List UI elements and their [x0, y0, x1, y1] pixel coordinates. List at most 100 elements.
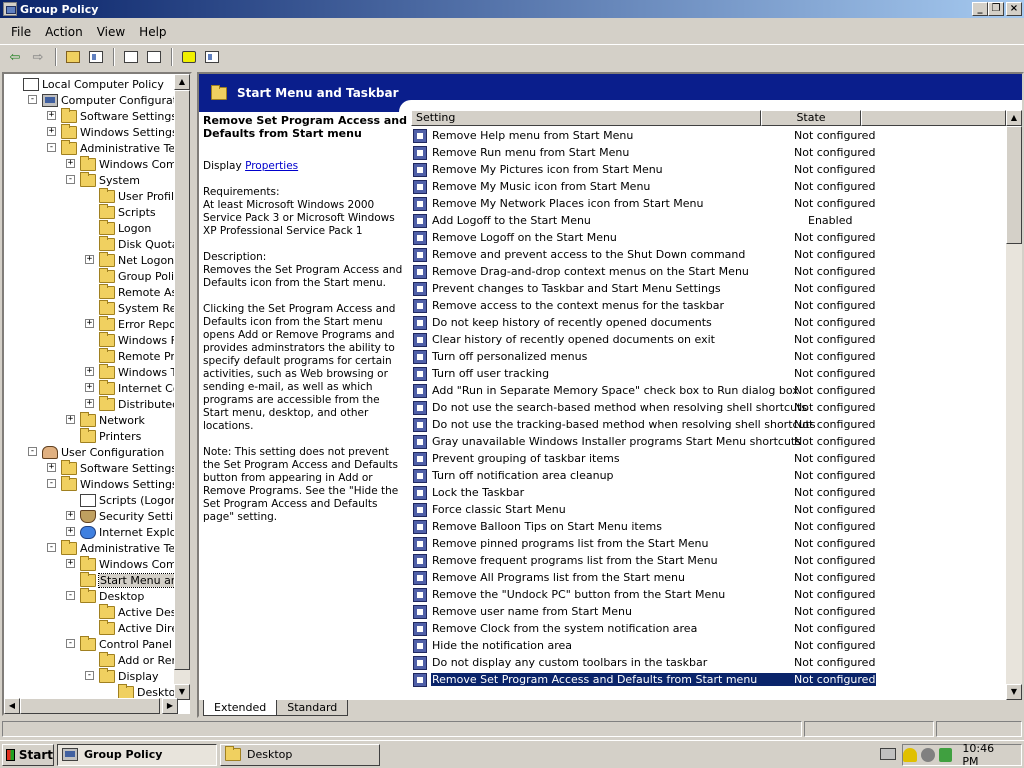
- expand-icon[interactable]: +: [66, 415, 75, 424]
- security-shield-icon[interactable]: [903, 748, 917, 762]
- tree-item[interactable]: + Internet Communication Management: [85, 379, 178, 396]
- table-row[interactable]: Remove My Network Places icon from Start…: [413, 195, 876, 212]
- tree-item[interactable]: System Restore: [99, 299, 178, 316]
- table-row[interactable]: Hide the notification area Not configured: [413, 637, 876, 654]
- tree-item[interactable]: Remote Procedure Call: [99, 347, 178, 364]
- expand-icon[interactable]: +: [66, 559, 75, 568]
- tree-item[interactable]: - System: [66, 171, 140, 188]
- tree-item[interactable]: - Administrative Templates: [47, 139, 178, 156]
- help-button[interactable]: [178, 47, 200, 67]
- tree-item[interactable]: + Software Settings: [47, 107, 177, 124]
- properties-link[interactable]: Properties: [245, 160, 298, 172]
- scroll-left-button[interactable]: ◀: [4, 698, 20, 714]
- table-row[interactable]: Remove pinned programs list from the Sta…: [413, 535, 876, 552]
- table-row[interactable]: Remove Logoff on the Start Menu Not confi…: [413, 229, 876, 246]
- tree-horizontal-scrollbar[interactable]: ◀ ▶: [4, 698, 178, 714]
- minimize-button[interactable]: _: [972, 2, 988, 16]
- back-button[interactable]: ⇦: [4, 47, 26, 67]
- scroll-right-button[interactable]: ▶: [162, 698, 178, 714]
- table-row[interactable]: Turn off notification area cleanup Not co…: [413, 467, 876, 484]
- forward-button[interactable]: ⇨: [27, 47, 49, 67]
- taskbar-button-desktop[interactable]: Desktop: [220, 743, 380, 766]
- collapse-icon[interactable]: -: [85, 671, 94, 680]
- connection-icon[interactable]: [938, 748, 953, 762]
- tab-standard[interactable]: Standard: [276, 700, 349, 716]
- tree-item[interactable]: Active Directory: [99, 619, 178, 636]
- keyboard-icon[interactable]: [880, 748, 896, 760]
- tree-item[interactable]: + Windows Time Service: [85, 363, 178, 380]
- list-vertical-scrollbar[interactable]: ▲ ▼: [1006, 110, 1022, 700]
- tree-vertical-scrollbar[interactable]: ▲ ▼: [174, 74, 190, 700]
- list-scroll-up-button[interactable]: ▲: [1006, 110, 1022, 126]
- table-row[interactable]: Remove user name from Start Menu Not conf…: [413, 603, 876, 620]
- table-row[interactable]: Turn off user tracking Not configured: [413, 365, 876, 382]
- scroll-up-button[interactable]: ▲: [174, 74, 190, 90]
- tree-item[interactable]: User Profiles: [99, 187, 178, 204]
- table-row[interactable]: Remove frequent programs list from the S…: [413, 552, 876, 569]
- collapse-icon[interactable]: -: [28, 95, 37, 104]
- table-row[interactable]: Remove My Music icon from Start Menu Not …: [413, 178, 876, 195]
- expand-icon[interactable]: +: [85, 367, 94, 376]
- scroll-thumb[interactable]: [174, 90, 190, 670]
- table-row[interactable]: Gray unavailable Windows Installer progr…: [413, 433, 876, 450]
- expand-icon[interactable]: +: [47, 127, 56, 136]
- tree-item[interactable]: + Error Reporting: [85, 315, 178, 332]
- tree-item[interactable]: + Software Settings: [47, 459, 177, 476]
- tree-item[interactable]: + Network: [66, 411, 145, 428]
- tree-item[interactable]: - Windows Settings: [47, 475, 178, 492]
- tree-item[interactable]: - Computer Configuration: [28, 92, 178, 108]
- expand-icon[interactable]: +: [85, 399, 94, 408]
- column-header-setting[interactable]: Setting: [411, 110, 761, 126]
- tree-item[interactable]: Local Computer Policy: [23, 76, 164, 92]
- collapse-icon[interactable]: -: [66, 639, 75, 648]
- expand-icon[interactable]: +: [66, 527, 75, 536]
- expand-icon[interactable]: +: [47, 111, 56, 120]
- table-row[interactable]: Prevent grouping of taskbar items Not con…: [413, 450, 876, 467]
- table-row[interactable]: Add Logoff to the Start Menu Enabled: [413, 212, 876, 229]
- table-row[interactable]: Force classic Start Menu Not configured: [413, 501, 876, 518]
- tree-item[interactable]: - Administrative Templates: [47, 539, 178, 556]
- table-row[interactable]: Lock the Taskbar Not configured: [413, 484, 876, 501]
- up-one-level-button[interactable]: [62, 47, 84, 67]
- tree-item[interactable]: Remote Assistance: [99, 283, 178, 300]
- tree-item[interactable]: + Net Logon: [85, 251, 174, 268]
- tree-item[interactable]: + Windows Settings: [47, 123, 178, 140]
- tree-item[interactable]: Start Menu and Taskbar: [80, 571, 178, 588]
- table-row[interactable]: Remove Drag-and-drop context menus on th…: [413, 263, 876, 280]
- table-row[interactable]: Remove Set Program Access and Defaults f…: [413, 671, 876, 688]
- collapse-icon[interactable]: -: [47, 479, 56, 488]
- list-scroll-down-button[interactable]: ▼: [1006, 684, 1022, 700]
- tree-item[interactable]: Active Desktop: [99, 603, 178, 620]
- table-row[interactable]: Remove Help menu from Start Menu Not conf…: [413, 127, 876, 144]
- restore-button[interactable]: ❐: [988, 2, 1004, 16]
- show-hide-action-pane-button[interactable]: [201, 47, 223, 67]
- show-hide-tree-button[interactable]: [85, 47, 107, 67]
- collapse-icon[interactable]: -: [28, 447, 37, 456]
- export-list-button[interactable]: [143, 47, 165, 67]
- tree-item[interactable]: Logon: [99, 219, 151, 236]
- tab-extended[interactable]: Extended: [203, 700, 278, 716]
- expand-icon[interactable]: +: [66, 511, 75, 520]
- table-row[interactable]: Remove My Pictures icon from Start Menu N…: [413, 161, 876, 178]
- hscroll-thumb[interactable]: [20, 698, 160, 714]
- tree-item[interactable]: Disk Quotas: [99, 235, 178, 252]
- table-row[interactable]: Turn off personalized menus Not configure…: [413, 348, 876, 365]
- tree-item[interactable]: Add or Remove Programs: [99, 651, 178, 668]
- expand-icon[interactable]: +: [66, 159, 75, 168]
- table-row[interactable]: Do not use the search-based method when …: [413, 399, 876, 416]
- collapse-icon[interactable]: -: [47, 143, 56, 152]
- tree-item[interactable]: - Display: [85, 667, 159, 684]
- menu-view[interactable]: View: [90, 25, 132, 39]
- collapse-icon[interactable]: -: [66, 591, 75, 600]
- menu-action[interactable]: Action: [38, 25, 90, 39]
- properties-button[interactable]: [120, 47, 142, 67]
- table-row[interactable]: Remove and prevent access to the Shut Do…: [413, 246, 876, 263]
- tree-item[interactable]: + Windows Components: [66, 155, 178, 172]
- table-row[interactable]: Remove Clock from the system notificatio…: [413, 620, 876, 637]
- collapse-icon[interactable]: -: [47, 543, 56, 552]
- expand-icon[interactable]: +: [47, 463, 56, 472]
- tree-item[interactable]: Scripts: [99, 203, 156, 220]
- expand-icon[interactable]: +: [85, 255, 94, 264]
- clock[interactable]: 10:46 PM: [962, 742, 1013, 768]
- tree-item[interactable]: - Control Panel: [66, 635, 172, 652]
